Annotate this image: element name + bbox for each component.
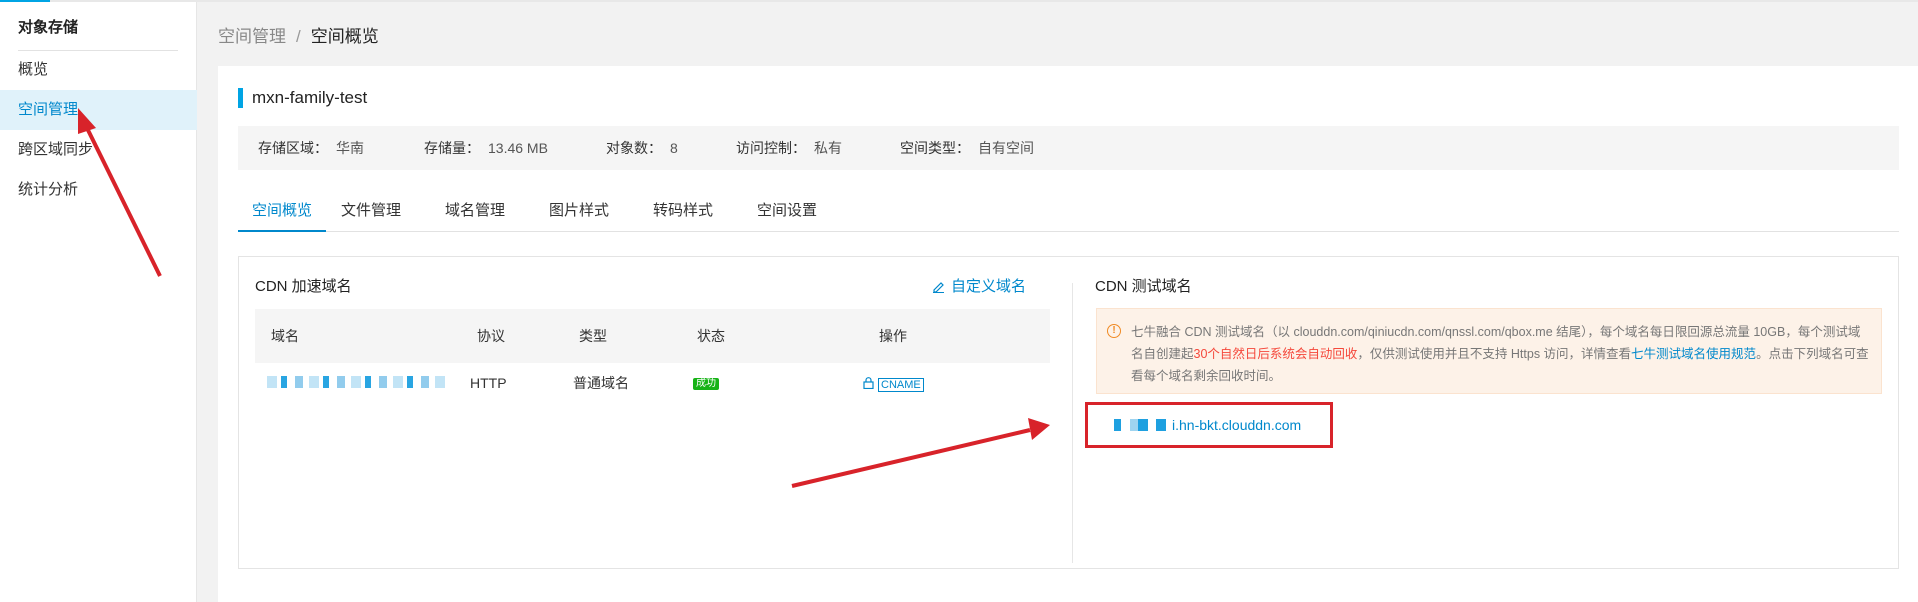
domain-card: CDN 加速域名 自定义域名 域名 协议 类型 状态 操作 HTTP 普通域名 … [238,256,1899,569]
column-header-protocol: 协议 [477,328,505,344]
tab-transcode-styles[interactable]: 转码样式 [648,190,718,232]
info-storage: 存储量： 13.46 MB [424,126,548,170]
warning-icon: ! [1107,324,1121,338]
main-panel: mxn-family-test 存储区域： 华南 存储量： 13.46 MB 对象数… [218,66,1918,602]
info-region: 存储区域： 华南 [258,126,364,170]
custom-domain-label: 自定义域名 [951,278,1027,295]
info-access: 访问控制： 私有 [736,126,842,170]
info-storage-label: 存储量： [424,140,480,156]
usage-policy-link[interactable]: 七牛测试域名使用规范 [1631,347,1756,361]
test-domain-text: i.hn-bkt.clouddn.com [1172,417,1302,433]
info-type-value: 自有空间 [978,140,1034,156]
bucket-name: mxn-family-test [238,88,367,108]
column-header-status: 状态 [697,328,725,344]
info-region-label: 存储区域： [258,140,328,156]
cdn-domain-title: CDN 加速域名 [255,278,352,295]
breadcrumb-separator: / [296,27,301,46]
table-row: HTTP 普通域名 成功 CNAME [255,363,1050,403]
breadcrumb-current: 空间概览 [310,27,379,46]
sidebar-item-cross-region-sync[interactable]: 跨区域同步 [0,130,197,170]
sidebar-title: 对象存储 [18,19,79,36]
notice-text-warning: 30个自然日后系统会自动回收 [1193,347,1358,361]
info-objects-label: 对象数： [606,140,662,156]
info-objects-value: 8 [670,140,678,156]
cname-button[interactable]: CNAME [863,377,924,392]
column-header-domain: 域名 [271,328,299,344]
redacted-domain[interactable] [267,376,447,388]
tab-bar: 空间概览 文件管理 域名管理 图片样式 转码样式 空间设置 [238,190,1899,232]
info-access-value: 私有 [814,140,842,156]
edit-icon [933,282,944,293]
redacted-domain-prefix [1114,419,1166,431]
row-action: CNAME [863,363,924,405]
sidebar-item-bucket-management[interactable]: 空间管理 [0,90,197,130]
bucket-info-bar: 存储区域： 华南 存储量： 13.46 MB 对象数： 8 访问控制： 私有 空间类型：… [238,126,1899,170]
tab-domains[interactable]: 域名管理 [440,190,510,232]
info-objects: 对象数： 8 [606,126,678,170]
test-domain-link[interactable]: i.hn-bkt.clouddn.com [1085,402,1333,448]
card-divider [1072,283,1073,563]
row-status: 成功 [693,363,719,403]
notice-text-2: ，仅供测试使用并且不支持 Https 访问，详情查看 [1357,347,1632,361]
breadcrumb: 空间管理 / 空间概览 [218,22,379,47]
sidebar-item-statistics[interactable]: 统计分析 [0,170,197,210]
column-header-action: 操作 [879,328,907,344]
column-header-type: 类型 [579,328,607,344]
info-region-value: 华南 [336,140,364,156]
info-storage-value: 13.46 MB [488,140,548,156]
tab-settings[interactable]: 空间设置 [752,190,822,232]
tab-files[interactable]: 文件管理 [336,190,406,232]
lock-icon [863,377,874,390]
cname-label: CNAME [878,378,924,392]
domain-table-header: 域名 协议 类型 状态 操作 [255,309,1050,363]
breadcrumb-parent[interactable]: 空间管理 [218,27,286,46]
custom-domain-link[interactable]: 自定义域名 [932,275,1026,296]
sidebar: 对象存储 概览 空间管理 跨区域同步 统计分析 [0,2,197,602]
test-domain-title: CDN 测试域名 [1095,278,1192,295]
row-type: 普通域名 [573,375,629,391]
info-type: 空间类型： 自有空间 [900,126,1034,170]
info-access-label: 访问控制： [736,140,806,156]
tab-image-styles[interactable]: 图片样式 [544,190,614,232]
info-type-label: 空间类型： [900,140,970,156]
tab-overview[interactable]: 空间概览 [238,190,326,232]
row-protocol: HTTP [470,375,507,391]
top-border [0,0,1918,2]
status-badge: 成功 [693,378,719,391]
sidebar-item-overview[interactable]: 概览 [0,50,197,90]
test-domain-notice: ! 七牛融合 CDN 测试域名（以 clouddn.com/qiniucdn.c… [1096,308,1882,394]
